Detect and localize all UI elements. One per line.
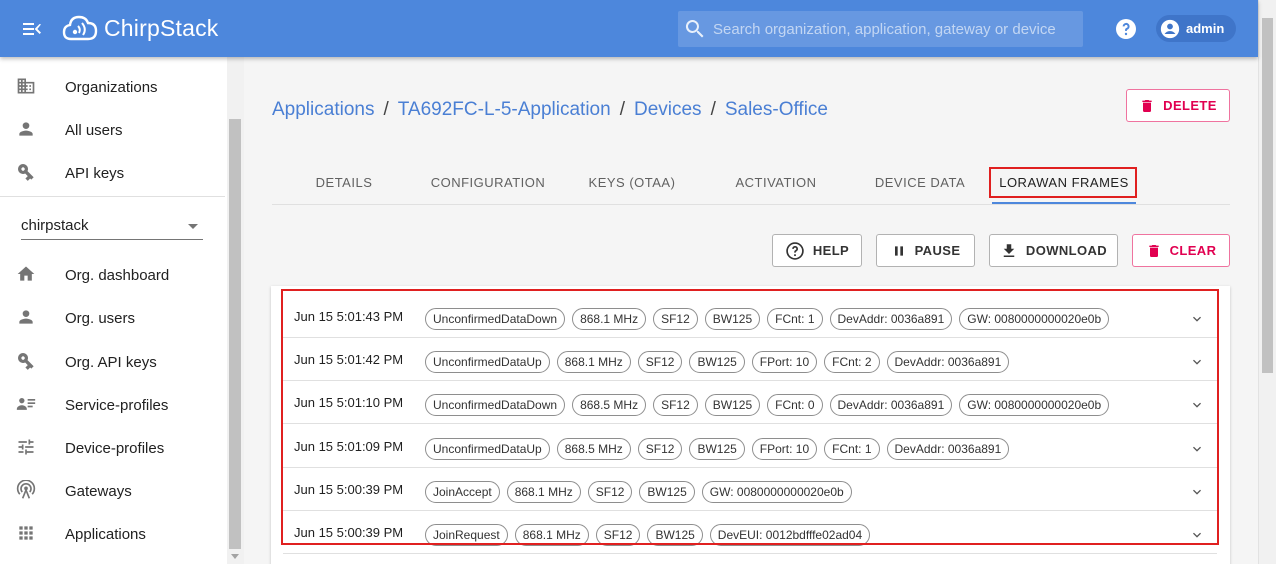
sidebar-item-label: Service-profiles bbox=[65, 397, 169, 414]
brand-name: ChirpStack bbox=[104, 14, 219, 41]
sidebar-item-label: Gateways bbox=[65, 483, 132, 500]
user-name: admin bbox=[1186, 21, 1225, 36]
dropdown-arrow-icon bbox=[188, 224, 198, 229]
sidebar-item-label: Org. API keys bbox=[65, 354, 157, 371]
tab-label: CONFIGURATION bbox=[430, 175, 546, 190]
breadcrumb-separator: / bbox=[383, 99, 389, 120]
delete-button-label: DELETE bbox=[1163, 98, 1217, 113]
clear-button-label: CLEAR bbox=[1169, 243, 1217, 258]
account-circle-icon bbox=[1160, 19, 1180, 38]
page-scrollbar[interactable] bbox=[1258, 0, 1276, 564]
sidebar-item-org-api-keys[interactable]: Org. API keys bbox=[0, 341, 225, 384]
scroll-down-arrow-icon[interactable] bbox=[231, 554, 239, 559]
breadcrumb-devices[interactable]: Devices bbox=[634, 99, 702, 121]
sidebar-item-org-dashboard[interactable]: Org. dashboard bbox=[0, 254, 225, 297]
sidebar-item-organizations[interactable]: Organizations bbox=[0, 66, 225, 109]
sidebar-item-all-users[interactable]: All users bbox=[0, 109, 225, 152]
breadcrumb-device[interactable]: Sales-Office bbox=[725, 99, 828, 121]
breadcrumb-separator: / bbox=[710, 99, 716, 120]
organization-select[interactable]: chirpstack bbox=[21, 212, 203, 240]
brand-logo[interactable]: ChirpStack bbox=[62, 11, 218, 45]
menu-collapse-icon[interactable] bbox=[20, 17, 44, 41]
search-icon bbox=[685, 20, 704, 38]
clear-button[interactable]: CLEAR bbox=[1132, 234, 1230, 267]
help-button[interactable]: HELP bbox=[772, 234, 862, 267]
radio-tower-icon bbox=[16, 480, 36, 499]
pause-icon bbox=[894, 245, 903, 256]
sidebar-item-service-profiles[interactable]: Service-profiles bbox=[0, 384, 225, 427]
sidebar-item-device-profiles[interactable]: Device-profiles bbox=[0, 427, 225, 470]
search-input[interactable] bbox=[713, 20, 1073, 38]
download-button-label: DOWNLOAD bbox=[1025, 243, 1108, 258]
breadcrumb: Applications / TA692FC-L-5-Application /… bbox=[272, 98, 828, 122]
account-details-icon bbox=[16, 398, 36, 410]
breadcrumb-application[interactable]: TA692FC-L-5-Application bbox=[398, 99, 611, 121]
tab-device-data[interactable]: DEVICE DATA bbox=[848, 160, 992, 205]
tune-icon bbox=[18, 439, 34, 455]
person-icon bbox=[19, 310, 33, 324]
tab-keys-otaa[interactable]: KEYS (OTAA) bbox=[560, 160, 704, 205]
building-icon bbox=[17, 78, 35, 94]
tab-activation[interactable]: ACTIVATION bbox=[704, 160, 848, 205]
app-bar: ChirpStack admin bbox=[0, 0, 1258, 57]
user-menu[interactable]: admin bbox=[1156, 15, 1237, 42]
sidebar-scrollbar-thumb[interactable] bbox=[229, 119, 241, 549]
breadcrumb-applications[interactable]: Applications bbox=[272, 99, 374, 121]
trash-icon bbox=[1148, 244, 1159, 257]
sidebar-item-label: All users bbox=[65, 122, 123, 139]
help-button-label: HELP bbox=[812, 243, 850, 258]
sidebar-item-label: Applications bbox=[65, 526, 146, 543]
sidebar-item-gateways[interactable]: Gateways bbox=[0, 470, 225, 513]
tab-highlight-box bbox=[989, 167, 1137, 198]
cloud-logo-icon bbox=[62, 15, 98, 41]
tab-label: DETAILS bbox=[315, 175, 373, 190]
sidebar-item-applications[interactable]: Applications bbox=[0, 513, 225, 556]
key-icon bbox=[18, 164, 34, 181]
help-circle-outline-icon bbox=[786, 241, 804, 260]
breadcrumb-separator: / bbox=[619, 99, 625, 120]
frames-highlight-box bbox=[281, 289, 1219, 545]
home-icon bbox=[17, 266, 35, 281]
person-icon bbox=[19, 122, 33, 136]
tab-label: DEVICE DATA bbox=[874, 175, 966, 190]
download-icon bbox=[1003, 243, 1015, 257]
sidebar-item-api-keys[interactable]: API keys bbox=[0, 152, 225, 195]
download-button[interactable]: DOWNLOAD bbox=[989, 234, 1118, 267]
pause-button-label: PAUSE bbox=[914, 243, 961, 258]
sidebar-item-label: API keys bbox=[65, 165, 125, 182]
tab-details[interactable]: DETAILS bbox=[272, 160, 416, 205]
apps-grid-icon bbox=[19, 526, 33, 540]
pause-button[interactable]: PAUSE bbox=[876, 234, 975, 267]
sidebar-item-label: Organizations bbox=[65, 79, 158, 96]
trash-icon bbox=[1142, 99, 1152, 112]
tab-label: ACTIVATION bbox=[735, 175, 817, 190]
sidebar: Organizations All users API keys chirpst… bbox=[0, 57, 227, 564]
sidebar-item-label: Org. dashboard bbox=[65, 267, 170, 284]
sidebar-item-label: Device-profiles bbox=[65, 440, 165, 457]
key-icon bbox=[18, 353, 34, 370]
sidebar-divider bbox=[0, 196, 225, 197]
active-tab-indicator bbox=[992, 202, 1136, 204]
sidebar-scrollbar[interactable] bbox=[227, 57, 244, 564]
sidebar-item-label: Org. users bbox=[65, 310, 136, 327]
help-icon[interactable] bbox=[1114, 17, 1138, 41]
search-box[interactable] bbox=[678, 11, 1083, 47]
tab-label: KEYS (OTAA) bbox=[588, 175, 676, 190]
tab-configuration[interactable]: CONFIGURATION bbox=[416, 160, 560, 205]
sidebar-item-org-users[interactable]: Org. users bbox=[0, 297, 225, 340]
page-scrollbar-thumb[interactable] bbox=[1262, 18, 1273, 373]
organization-select-value: chirpstack bbox=[21, 217, 89, 234]
delete-button[interactable]: DELETE bbox=[1126, 89, 1230, 122]
